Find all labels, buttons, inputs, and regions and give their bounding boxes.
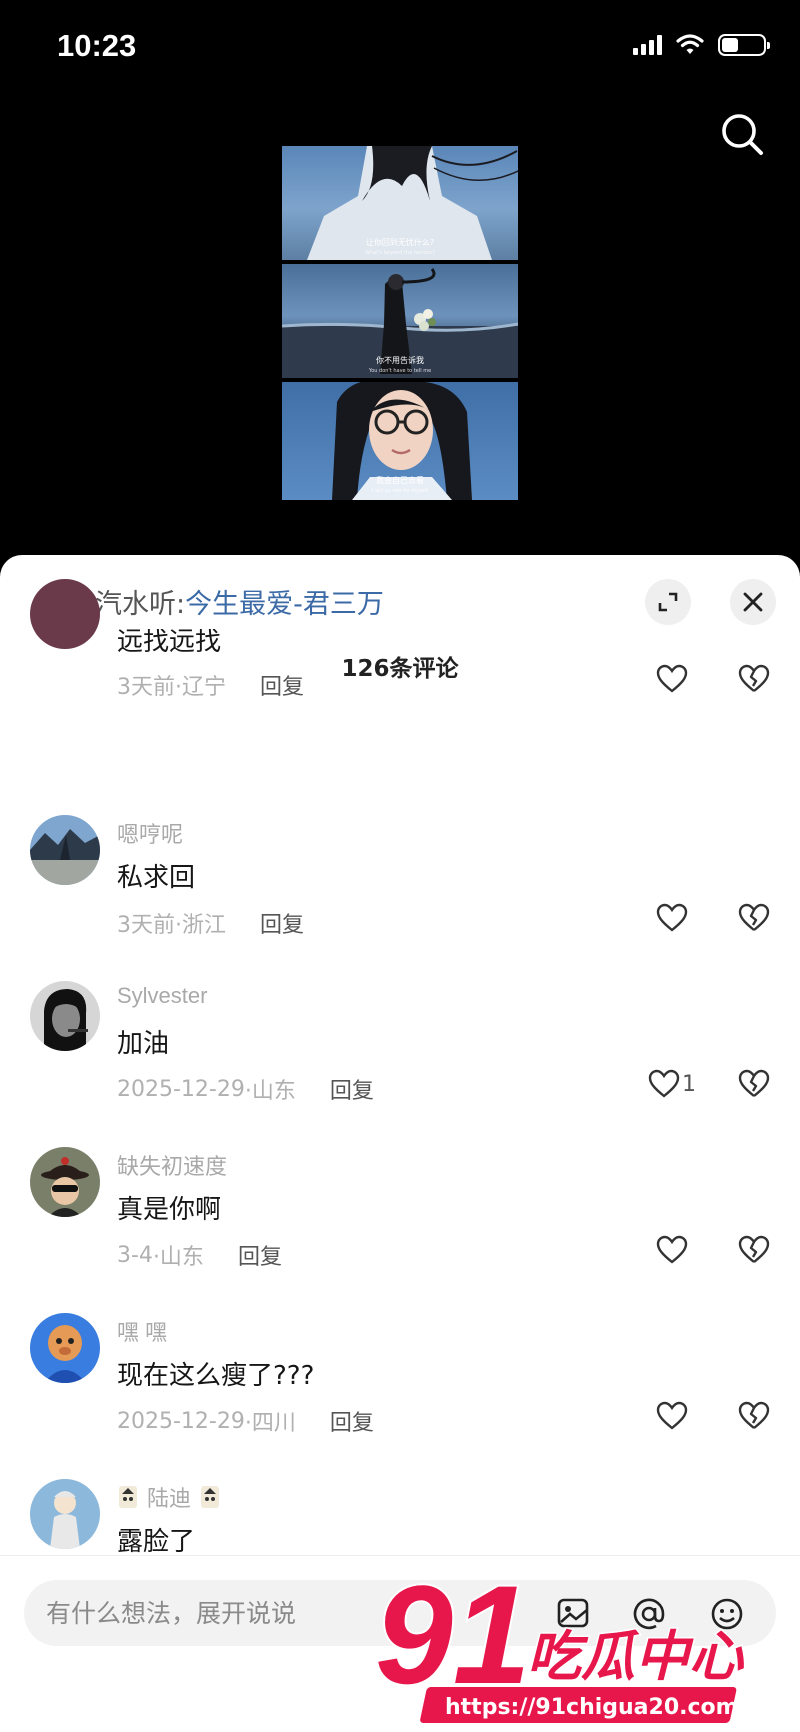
battery-icon (718, 34, 770, 56)
watermark-url: https://91chigua20.com (445, 1695, 739, 1720)
comment-time: 3天前 (117, 675, 175, 700)
avatar[interactable] (30, 981, 100, 1051)
comment-item: 远找远找 3天前 ·辽宁 回复 (0, 579, 800, 731)
status-time: 10:23 (57, 28, 137, 63)
cellular-signal-icon (633, 35, 662, 55)
video-frame-3: 我会自己去看 I will go see for myself (282, 382, 518, 500)
comment-item: Sylvester 加油 2025-12-29 ·山东 回复 1 (0, 981, 800, 1141)
heart-icon[interactable] (656, 1235, 688, 1265)
caption-3-zh: 我会自己去看 (376, 476, 424, 485)
music-title[interactable]: 今生最爱-君三万 (185, 582, 384, 621)
heart-icon[interactable] (656, 664, 688, 694)
comment-time: 2025-12-29 (117, 1076, 245, 1102)
search-icon[interactable] (716, 108, 770, 162)
comment-text: 加油 (117, 1029, 170, 1059)
comment-meta: 2025-12-29 ·四川 回复 (117, 1405, 374, 1437)
watermark-brand: 吃瓜中心 (527, 1625, 745, 1688)
status-icons (633, 34, 770, 56)
heart-icon[interactable] (656, 903, 688, 933)
avatar[interactable] (30, 815, 100, 885)
comment-location: ·四川 (244, 1411, 296, 1436)
reply-button[interactable]: 回复 (260, 907, 304, 939)
comment-item: 缺失初速度 真是你啊 3-4 ·山东 回复 (0, 1147, 800, 1307)
comment-text: 真是你啊 (117, 1195, 222, 1225)
avatar[interactable] (30, 579, 100, 649)
watermark-logo: 91 吃瓜中心 https://91chigua20.com (373, 1554, 795, 1730)
caption-2-zh: 你不用告诉我 (376, 356, 424, 365)
expand-button[interactable] (645, 579, 691, 625)
reply-button[interactable]: 回复 (330, 1405, 374, 1437)
comment-meta: 3-4 ·山东 回复 (117, 1239, 282, 1271)
close-icon (743, 592, 763, 612)
like-button[interactable]: 1 (648, 1069, 696, 1099)
comment-username[interactable]: 嘿 嘿 (117, 1315, 167, 1347)
comment-username[interactable]: Sylvester (117, 983, 207, 1009)
comment-username: 陆迪 (147, 1486, 192, 1511)
comment-text: 现在这么瘦了??? (117, 1361, 315, 1391)
broken-heart-icon[interactable] (738, 903, 770, 933)
caption-3-en: I will go see for myself (371, 488, 429, 494)
comment-time: 3天前 (117, 913, 175, 938)
heart-icon (648, 1069, 680, 1098)
caption-2-en: You don't have to tell me (368, 368, 432, 374)
avatar[interactable] (30, 1147, 100, 1217)
comment-location: ·辽宁 (175, 675, 226, 700)
broken-heart-icon[interactable] (738, 1069, 770, 1099)
comment-meta: 3天前 ·辽宁 回复 (117, 669, 304, 701)
comment-username-row[interactable]: 陆迪 (117, 1481, 221, 1513)
reply-button[interactable]: 回复 (238, 1239, 282, 1271)
video-frame-2: 你不用告诉我 You don't have to tell me (282, 264, 518, 378)
comment-time: 3-4 (117, 1242, 153, 1268)
close-button[interactable] (730, 579, 776, 625)
comment-username[interactable]: 缺失初速度 (117, 1149, 227, 1181)
broken-heart-icon[interactable] (738, 1235, 770, 1265)
broken-heart-icon[interactable] (738, 664, 770, 694)
comment-item: 嘿 嘿 现在这么瘦了??? 2025-12-29 ·四川 回复 (0, 1313, 800, 1473)
comment-location: ·山东 (152, 1245, 204, 1270)
reply-button[interactable]: 回复 (330, 1073, 374, 1105)
video-frame-1: 让你回到无忧什么? What's beyond the horizon? (282, 146, 518, 260)
caption-1-en: What's beyond the horizon? (365, 250, 435, 256)
like-count: 1 (682, 1071, 696, 1097)
video-player[interactable]: 让你回到无忧什么? What's beyond the horizon? 你不用告… (282, 146, 518, 500)
emoji-icon (201, 1486, 220, 1508)
reply-button[interactable]: 回复 (260, 669, 304, 701)
comment-meta: 2025-12-29 ·山东 回复 (117, 1073, 374, 1105)
avatar[interactable] (30, 1479, 100, 1549)
comment-username[interactable]: 嗯哼呢 (117, 817, 183, 849)
status-bar: 10:23 (0, 0, 800, 96)
emoji-icon (119, 1486, 137, 1508)
comment-text: 露脸了 (117, 1527, 196, 1557)
avatar[interactable] (30, 1313, 100, 1383)
comment-text: 私求回 (117, 863, 196, 893)
wifi-icon (676, 34, 704, 54)
comment-item: 嗯哼呢 私求回 3天前 ·浙江 回复 (0, 815, 800, 975)
expand-icon (658, 592, 678, 612)
comments-sheet: 去汽水听: 今生最爱-君三万 126条评论 远找远找 3天前 ·辽宁 回复 嗯哼… (0, 555, 800, 1732)
comment-text: 远找远找 (117, 627, 222, 657)
caption-1-zh: 让你回到无忧什么? (365, 238, 435, 247)
comment-location: ·山东 (244, 1079, 296, 1104)
comment-location: ·浙江 (175, 913, 226, 938)
comment-meta: 3天前 ·浙江 回复 (117, 907, 304, 939)
broken-heart-icon[interactable] (738, 1401, 770, 1431)
comment-time: 2025-12-29 (117, 1408, 245, 1434)
heart-icon[interactable] (656, 1401, 688, 1431)
comment-item: 陆迪 露脸了 (0, 1479, 800, 1557)
